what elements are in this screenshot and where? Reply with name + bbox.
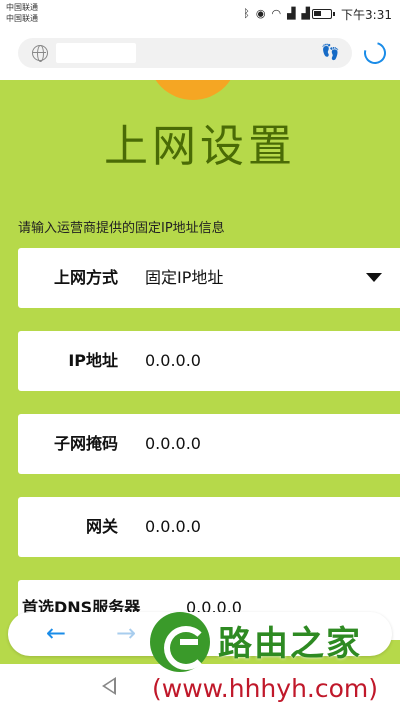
url-text[interactable] bbox=[56, 43, 136, 63]
signal-4g-icon: ▟ bbox=[287, 7, 296, 20]
footprint-icon[interactable]: 👣 bbox=[321, 43, 340, 61]
logo-graphic bbox=[148, 80, 238, 100]
watermark-brand: 路由之家 bbox=[218, 624, 362, 664]
forward-arrow-icon[interactable]: → bbox=[116, 620, 136, 646]
browser-address-row: 👣 bbox=[0, 28, 400, 78]
field-value[interactable]: 0.0.0.0 bbox=[145, 331, 201, 391]
subnet-mask-field[interactable]: 子网掩码 0.0.0.0 bbox=[18, 414, 400, 474]
status-bar: 中国联通 中国联通 ᛒ ◉ ◠ ▟ ▟ 下午3:31 bbox=[0, 0, 400, 28]
carrier-label-1: 中国联通 bbox=[6, 3, 38, 12]
eye-icon: ◉ bbox=[255, 7, 266, 20]
gateway-field[interactable]: 网关 0.0.0.0 bbox=[18, 497, 400, 557]
setup-page: 上网设置 请输入运营商提供的固定IP地址信息 上网方式 固定IP地址 IP地址 … bbox=[0, 80, 400, 700]
dropdown-arrow-icon[interactable] bbox=[366, 273, 382, 282]
watermark-url: (www.hhhyh.com) bbox=[152, 674, 379, 703]
globe-icon bbox=[32, 45, 48, 62]
nav-back-icon[interactable] bbox=[102, 677, 116, 695]
connection-type-select[interactable]: 上网方式 固定IP地址 bbox=[18, 248, 400, 308]
field-value[interactable]: 0.0.0.0 bbox=[145, 414, 201, 474]
carrier-label-2: 中国联通 bbox=[6, 14, 38, 23]
page-title: 上网设置 bbox=[104, 121, 296, 172]
field-value[interactable]: 0.0.0.0 bbox=[145, 497, 201, 557]
address-bar[interactable]: 👣 bbox=[18, 38, 352, 68]
field-value[interactable]: 固定IP地址 bbox=[145, 248, 223, 308]
field-label: IP地址 bbox=[68, 351, 118, 370]
ip-address-field[interactable]: IP地址 0.0.0.0 bbox=[18, 331, 400, 391]
watermark-logo-icon bbox=[150, 612, 210, 672]
wifi-icon: ◠ bbox=[271, 7, 282, 20]
refresh-icon[interactable] bbox=[359, 37, 391, 69]
instruction-text: 请输入运营商提供的固定IP地址信息 bbox=[18, 221, 225, 236]
signal-2g-icon: ▟ bbox=[301, 7, 310, 20]
field-label: 网关 bbox=[85, 517, 118, 536]
back-arrow-icon[interactable]: ← bbox=[46, 620, 66, 646]
battery-icon bbox=[312, 9, 335, 19]
field-label: 上网方式 bbox=[53, 268, 118, 287]
status-icons: ᛒ ◉ ◠ ▟ ▟ bbox=[243, 7, 310, 21]
clock: 下午3:31 bbox=[341, 8, 392, 22]
bluetooth-icon: ᛒ bbox=[243, 7, 250, 20]
field-label: 子网掩码 bbox=[53, 434, 118, 453]
